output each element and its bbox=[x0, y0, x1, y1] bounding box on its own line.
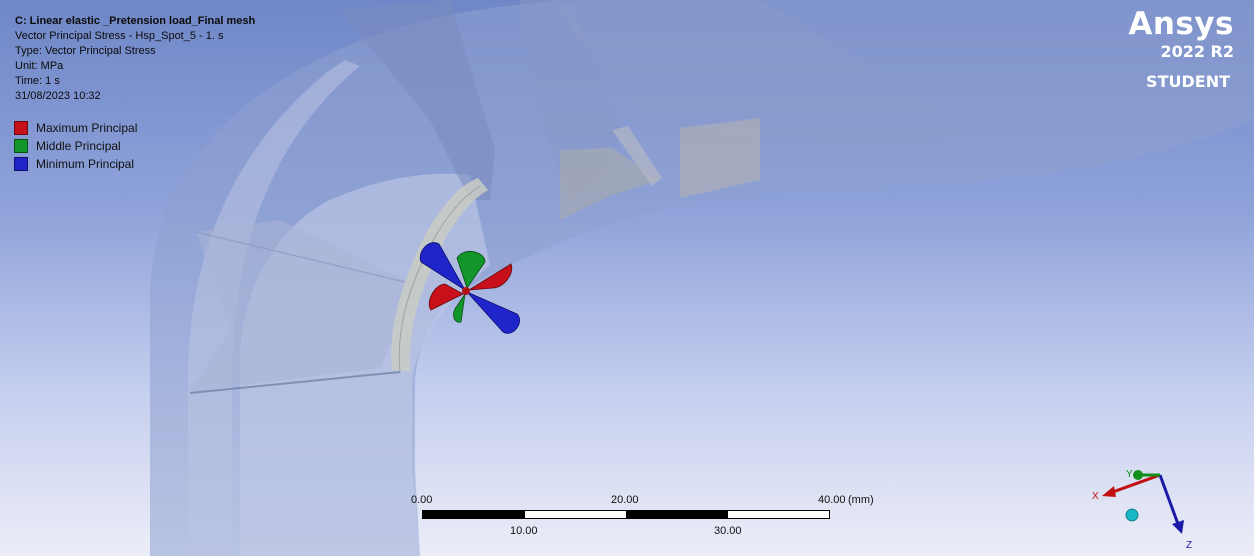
minimum-principal-cone-upper bbox=[419, 242, 466, 291]
x-axis-label: X bbox=[1092, 491, 1099, 502]
scale-unit: (mm) bbox=[848, 494, 874, 506]
vector-legend: Maximum Principal Middle Principal Minim… bbox=[14, 119, 137, 173]
result-unit: Unit: MPa bbox=[15, 60, 64, 72]
legend-item-minimum: Minimum Principal bbox=[14, 155, 137, 173]
result-info-panel: C: Linear elastic _Pretension load_Final… bbox=[15, 14, 255, 104]
graphics-viewport[interactable]: C: Linear elastic _Pretension load_Final… bbox=[0, 0, 1254, 556]
brand-version: 2022 R2 bbox=[1160, 42, 1234, 61]
result-time: Time: 1 s bbox=[15, 75, 60, 87]
brand-edition: STUDENT bbox=[1146, 72, 1230, 91]
ansys-logo: Ansys 2022 R2 STUDENT bbox=[1128, 6, 1234, 92]
scale-segment bbox=[626, 511, 728, 518]
legend-swatch-minimum bbox=[14, 157, 28, 171]
legend-item-maximum: Maximum Principal bbox=[14, 119, 137, 137]
legend-label-maximum: Maximum Principal bbox=[36, 121, 138, 135]
scale-ruler: 0.00 20.00 40.00 (mm) 10.00 30.00 bbox=[400, 494, 920, 544]
y-axis-end bbox=[1133, 470, 1143, 480]
brand-name: Ansys bbox=[1128, 6, 1234, 42]
legend-label-minimum: Minimum Principal bbox=[36, 157, 135, 171]
result-type: Type: Vector Principal Stress bbox=[15, 45, 156, 57]
scale-label-30: 30.00 bbox=[714, 525, 742, 537]
result-name: Vector Principal Stress - Hsp_Spot_5 - 1… bbox=[15, 30, 224, 42]
legend-item-middle: Middle Principal bbox=[14, 137, 137, 155]
z-axis-arrow bbox=[1172, 520, 1184, 534]
analysis-title: C: Linear elastic _Pretension load_Final… bbox=[15, 15, 256, 27]
z-axis-label: Z bbox=[1186, 540, 1192, 551]
minimum-principal-cone-lower bbox=[466, 291, 520, 334]
legend-swatch-middle bbox=[14, 139, 28, 153]
scale-label-40: 40.00 bbox=[818, 494, 846, 506]
scale-bar bbox=[422, 510, 830, 519]
legend-swatch-maximum bbox=[14, 121, 28, 135]
isometric-view-ball[interactable] bbox=[1125, 508, 1139, 522]
scale-segment bbox=[524, 511, 626, 518]
scale-label-10: 10.00 bbox=[510, 525, 538, 537]
principal-stress-vector-glyph bbox=[419, 242, 520, 334]
scale-segment bbox=[423, 511, 525, 518]
result-timestamp: 31/08/2023 10:32 bbox=[15, 90, 101, 102]
y-axis-label: Y bbox=[1126, 469, 1133, 480]
coordinate-triad[interactable]: X Y Z bbox=[1088, 462, 1208, 554]
legend-label-middle: Middle Principal bbox=[36, 139, 121, 153]
scale-segment bbox=[727, 511, 829, 518]
x-axis-arrow bbox=[1102, 486, 1116, 497]
scale-label-0: 0.00 bbox=[411, 494, 433, 506]
scale-label-20: 20.00 bbox=[611, 494, 639, 506]
